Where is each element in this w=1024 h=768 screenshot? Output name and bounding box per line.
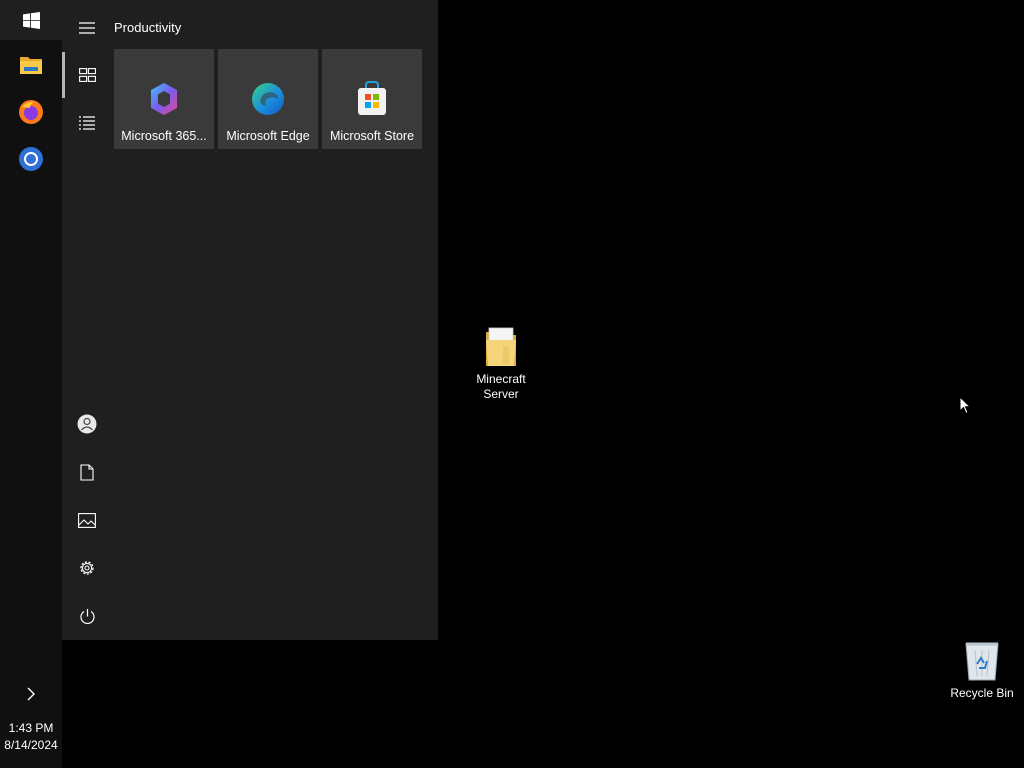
documents-icon [80, 463, 94, 481]
desktop-icon-label: Minecraft Server [476, 372, 526, 401]
mouse-cursor-icon [959, 396, 971, 415]
settings-gear-icon [80, 561, 94, 575]
tile-label: Microsoft Store [329, 129, 415, 143]
settings-button[interactable] [62, 545, 112, 591]
desktop-icon-label: Recycle Bin [950, 686, 1014, 700]
tile-label: Microsoft 365... [121, 129, 207, 143]
microsoft-365-icon [151, 83, 177, 115]
pictures-icon [78, 512, 96, 528]
folder-icon [486, 327, 516, 366]
pictures-button[interactable] [62, 497, 112, 543]
store-icon [358, 81, 386, 115]
expand-chevron-button[interactable] [0, 672, 62, 716]
documents-button[interactable] [62, 449, 112, 495]
edge-icon [252, 83, 284, 115]
tile-microsoft-store[interactable]: Microsoft Store [322, 49, 422, 149]
tile-microsoft-edge[interactable]: Microsoft Edge [218, 49, 318, 149]
all-apps-list-icon [79, 116, 95, 130]
power-button[interactable] [62, 593, 112, 639]
taskbar-clock[interactable]: 1:43 PM 8/14/2024 [0, 720, 62, 754]
start-menu: Productivity Microsoft 365... Microsoft … [62, 0, 438, 640]
taskbar-file-explorer[interactable] [0, 42, 62, 88]
chevron-right-icon [27, 687, 35, 701]
account-icon [77, 414, 97, 434]
power-icon [79, 608, 95, 624]
all-apps-button[interactable] [62, 100, 112, 146]
clock-time: 1:43 PM [8, 721, 54, 735]
firefox-icon [19, 100, 43, 124]
tiles-view-icon [78, 68, 96, 82]
start-button[interactable] [0, 0, 62, 40]
tile-microsoft-365[interactable]: Microsoft 365... [114, 49, 214, 149]
chrome-icon [19, 147, 43, 171]
taskbar-firefox[interactable] [0, 89, 62, 135]
hamburger-icon [79, 22, 95, 34]
account-button[interactable] [62, 401, 112, 447]
desktop-folder-minecraft-server[interactable]: Minecraft Server [461, 324, 541, 402]
start-menu-rail [62, 0, 112, 640]
expand-menu-button[interactable] [62, 5, 112, 51]
taskbar: 1:43 PM 8/14/2024 [0, 0, 62, 768]
recycle-bin-icon [965, 642, 999, 681]
tile-label: Microsoft Edge [226, 129, 310, 143]
clock-date: 8/14/2024 [4, 738, 58, 752]
tile-group-title[interactable]: Productivity [114, 20, 181, 35]
taskbar-chrome[interactable] [0, 136, 62, 182]
pinned-tiles-button[interactable] [62, 52, 112, 98]
file-explorer-icon [20, 57, 42, 74]
desktop-recycle-bin[interactable]: Recycle Bin [942, 638, 1022, 701]
windows-logo-icon [22, 11, 40, 29]
